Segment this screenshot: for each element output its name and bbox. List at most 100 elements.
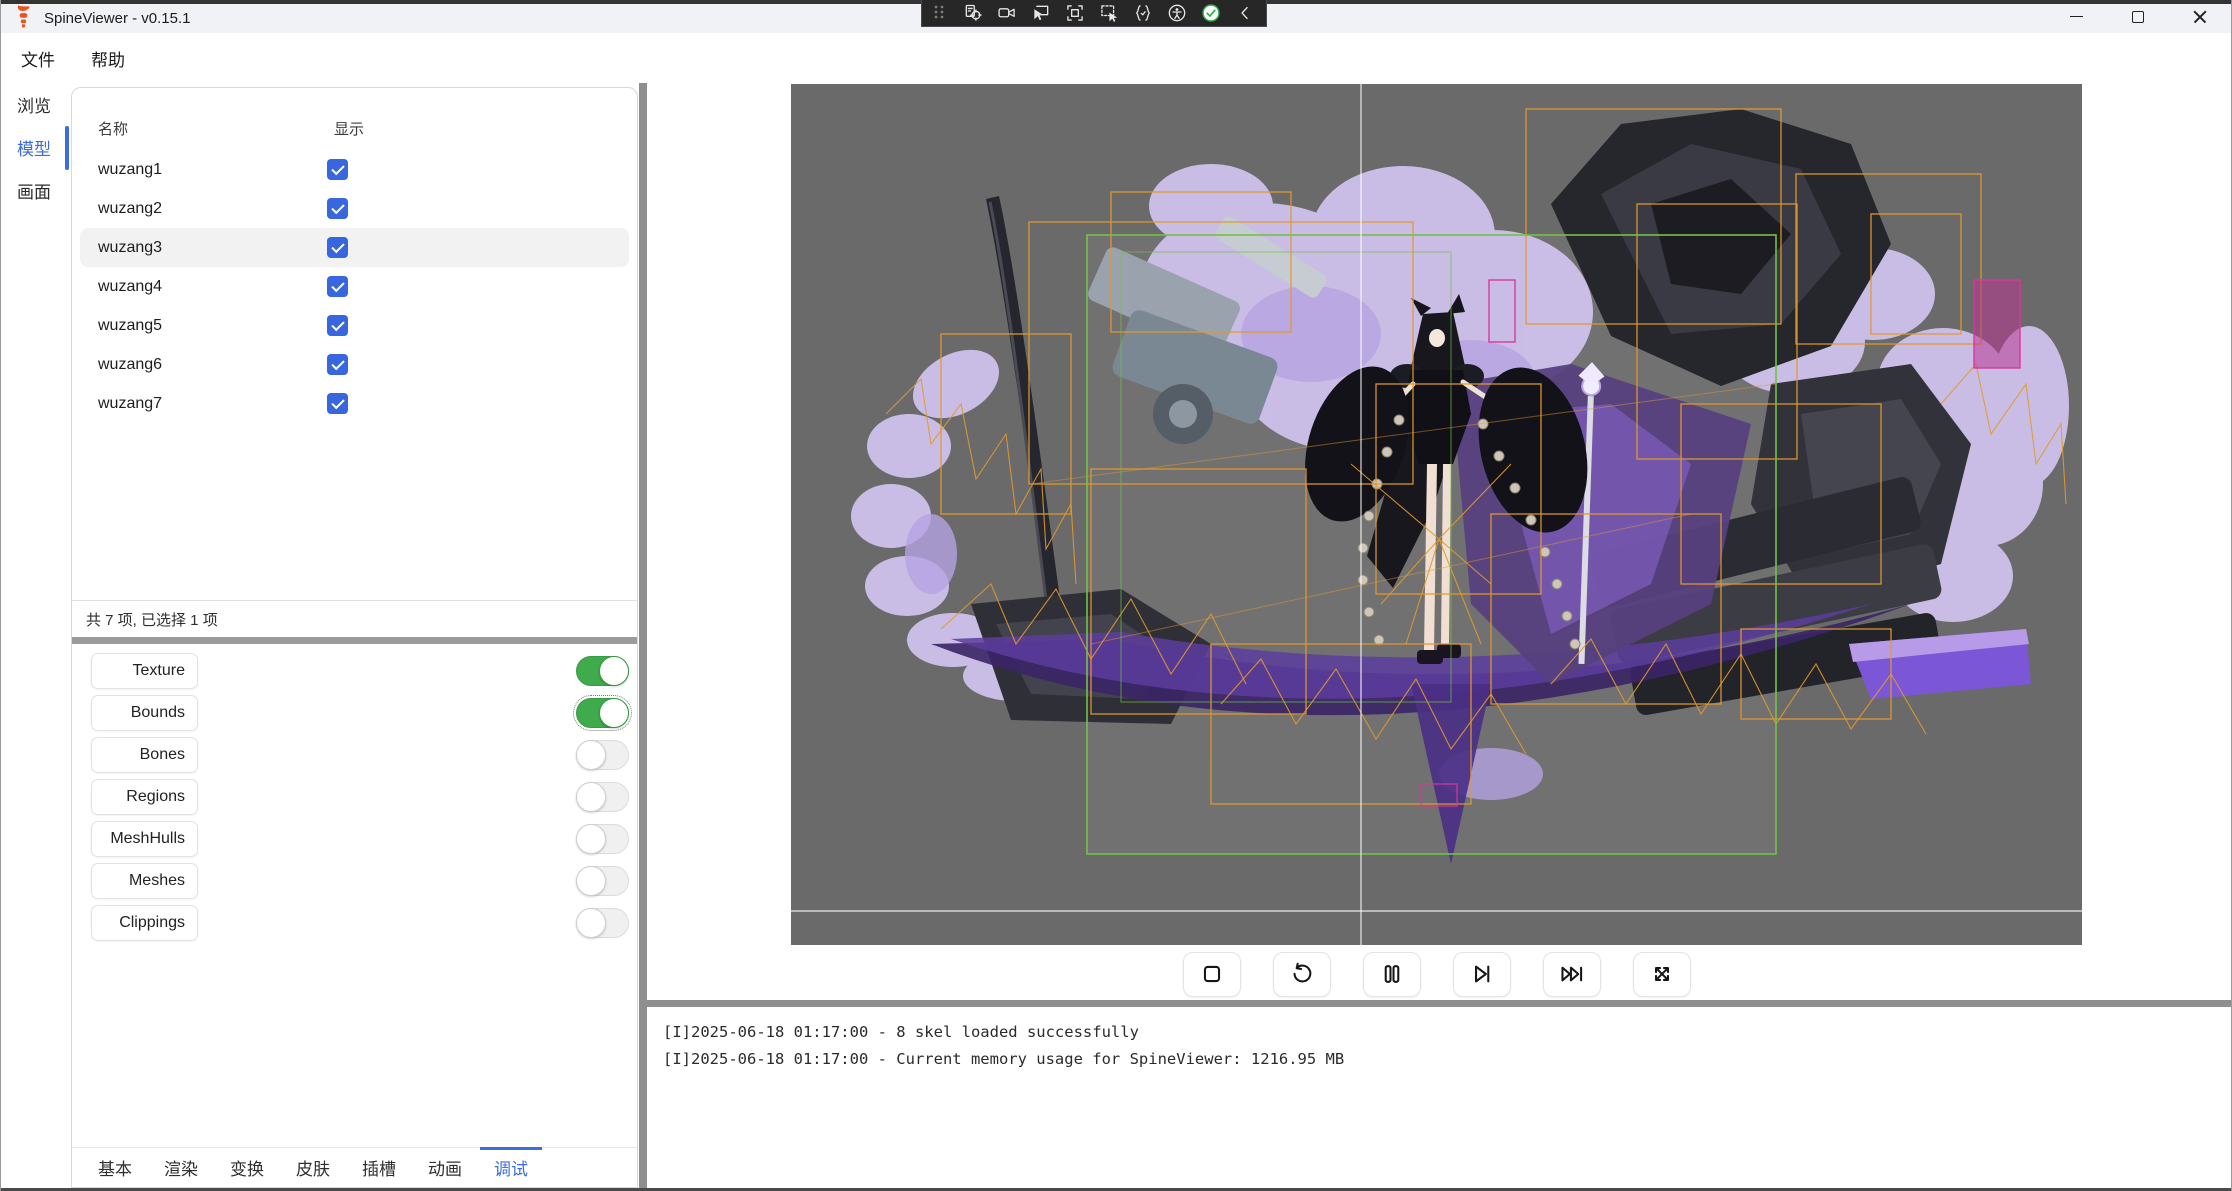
model-name: wuzang7 xyxy=(80,395,324,413)
toggle-meshes: Meshes xyxy=(72,860,637,902)
row-wuzang5[interactable]: wuzang5 xyxy=(80,306,629,345)
toggle-knob xyxy=(599,698,629,728)
toggle-label: Regions xyxy=(91,779,198,815)
tab-render[interactable]: 渲染 xyxy=(148,1148,214,1188)
toggle-knob xyxy=(576,782,606,812)
visible-checkbox[interactable] xyxy=(327,237,348,258)
collapse-chevron-icon[interactable] xyxy=(1230,2,1260,25)
toggle-label: Clippings xyxy=(91,905,198,941)
toggle-knob xyxy=(576,740,606,770)
column-header-visible: 显示 xyxy=(324,118,364,139)
sidebar-item-screen[interactable]: 画面 xyxy=(1,169,67,212)
window-title: SpineViewer - v0.15.1 xyxy=(44,6,190,32)
step-forward-button[interactable] xyxy=(1453,952,1511,997)
model-name: wuzang5 xyxy=(80,317,324,335)
row-wuzang2[interactable]: wuzang2 xyxy=(80,189,629,228)
toggle-label: MeshHulls xyxy=(91,821,198,857)
spine-render-canvas[interactable] xyxy=(791,84,2082,945)
row-wuzang1[interactable]: wuzang1 xyxy=(80,150,629,189)
vertical-splitter[interactable] xyxy=(639,83,647,1188)
menu-file[interactable]: 文件 xyxy=(21,46,55,71)
selection-status: 共 7 项, 已选择 1 项 xyxy=(72,600,637,637)
menu-bar: 文件 帮助 xyxy=(1,33,2231,83)
toggle-switch[interactable] xyxy=(576,866,629,896)
pause-button[interactable] xyxy=(1363,952,1421,997)
visible-checkbox[interactable] xyxy=(327,276,348,297)
close-button[interactable] xyxy=(2169,0,2231,33)
model-name: wuzang1 xyxy=(80,161,324,179)
reset-button[interactable] xyxy=(1273,952,1331,997)
confirm-check-icon[interactable] xyxy=(1196,2,1226,25)
fast-forward-button[interactable] xyxy=(1543,952,1601,997)
row-wuzang6[interactable]: wuzang6 xyxy=(80,345,629,384)
row-wuzang3[interactable]: wuzang3 xyxy=(80,228,629,267)
side-tab-strip: 浏览模型画面 xyxy=(1,83,67,1188)
tab-animation[interactable]: 动画 xyxy=(412,1148,478,1188)
log-line: [I]2025-06-18 01:17:00 - 8 skel loaded s… xyxy=(663,1019,2231,1046)
toggle-label: Meshes xyxy=(91,863,198,899)
toggle-switch[interactable] xyxy=(576,698,629,728)
sidebar-item-browse[interactable]: 浏览 xyxy=(1,83,67,126)
tab-slot[interactable]: 插槽 xyxy=(346,1148,412,1188)
column-header-name: 名称 xyxy=(72,118,324,139)
model-name: wuzang4 xyxy=(80,278,324,296)
tab-basic[interactable]: 基本 xyxy=(82,1148,148,1188)
maximize-button[interactable] xyxy=(2107,0,2169,33)
toggle-knob xyxy=(599,656,629,686)
capture-target-icon[interactable] xyxy=(958,2,988,25)
model-name: wuzang2 xyxy=(80,200,324,218)
toggle-switch[interactable] xyxy=(576,656,629,686)
app-window: SpineViewer - v0.15.1 文件 帮助 浏览模型画面 名称 显示 … xyxy=(0,0,2232,1191)
visible-checkbox[interactable] xyxy=(327,315,348,336)
toggle-knob xyxy=(576,824,606,854)
toggle-switch[interactable] xyxy=(576,782,629,812)
model-table: 名称 显示 wuzang1 wuzang2 wuzang3 wuzang4 wu… xyxy=(72,88,637,600)
panel-splitter[interactable] xyxy=(72,637,637,644)
toggle-label: Bones xyxy=(91,737,198,773)
select-window-icon[interactable] xyxy=(1026,2,1056,25)
model-name: wuzang3 xyxy=(80,239,324,257)
toggle-switch[interactable] xyxy=(576,824,629,854)
toggle-regions: Regions xyxy=(72,776,637,818)
toggle-knob xyxy=(576,908,606,938)
log-splitter[interactable] xyxy=(647,1000,2231,1007)
toggle-bones: Bones xyxy=(72,734,637,776)
toggle-label: Texture xyxy=(91,653,198,689)
settings-braces-icon[interactable] xyxy=(1128,2,1158,25)
visible-checkbox[interactable] xyxy=(327,198,348,219)
select-free-icon[interactable] xyxy=(1094,2,1124,25)
table-header: 名称 显示 xyxy=(72,106,637,150)
model-panel: 名称 显示 wuzang1 wuzang2 wuzang3 wuzang4 wu… xyxy=(71,87,638,1188)
log-line: [I]2025-06-18 01:17:00 - Current memory … xyxy=(663,1046,2231,1073)
toggle-bounds: Bounds xyxy=(72,692,637,734)
toggle-clippings: Clippings xyxy=(72,902,637,944)
log-output[interactable]: [I]2025-06-18 01:17:00 - 8 skel loaded s… xyxy=(647,1011,2231,1188)
fullscreen-button[interactable] xyxy=(1633,952,1691,997)
tab-debug[interactable]: 调试 xyxy=(478,1148,544,1188)
tab-transform[interactable]: 变换 xyxy=(214,1148,280,1188)
panel-tab-bar: 基本渲染变换皮肤插槽动画调试 xyxy=(72,1147,637,1187)
toggle-knob xyxy=(576,866,606,896)
model-name: wuzang6 xyxy=(80,356,324,374)
toggle-switch[interactable] xyxy=(576,908,629,938)
menu-help[interactable]: 帮助 xyxy=(91,46,125,71)
drag-handle-icon[interactable] xyxy=(924,2,954,25)
visible-checkbox[interactable] xyxy=(327,393,348,414)
row-wuzang7[interactable]: wuzang7 xyxy=(80,384,629,423)
toggle-meshhulls: MeshHulls xyxy=(72,818,637,860)
debug-toggle-list: Texture Bounds Bones Regions MeshHulls M… xyxy=(72,644,637,1147)
accessibility-icon[interactable] xyxy=(1162,2,1192,25)
toggle-label: Bounds xyxy=(91,695,198,731)
sidebar-item-model[interactable]: 模型 xyxy=(1,126,67,169)
record-video-icon[interactable] xyxy=(992,2,1022,25)
tab-skin[interactable]: 皮肤 xyxy=(280,1148,346,1188)
toggle-texture: Texture xyxy=(72,650,637,692)
visible-checkbox[interactable] xyxy=(327,354,348,375)
viewport-region: [I]2025-06-18 01:17:00 - 8 skel loaded s… xyxy=(647,83,2231,1188)
row-wuzang4[interactable]: wuzang4 xyxy=(80,267,629,306)
minimize-button[interactable] xyxy=(2045,0,2107,33)
select-region-icon[interactable] xyxy=(1060,2,1090,25)
toggle-switch[interactable] xyxy=(576,740,629,770)
visible-checkbox[interactable] xyxy=(327,159,348,180)
stop-button[interactable] xyxy=(1183,952,1241,997)
